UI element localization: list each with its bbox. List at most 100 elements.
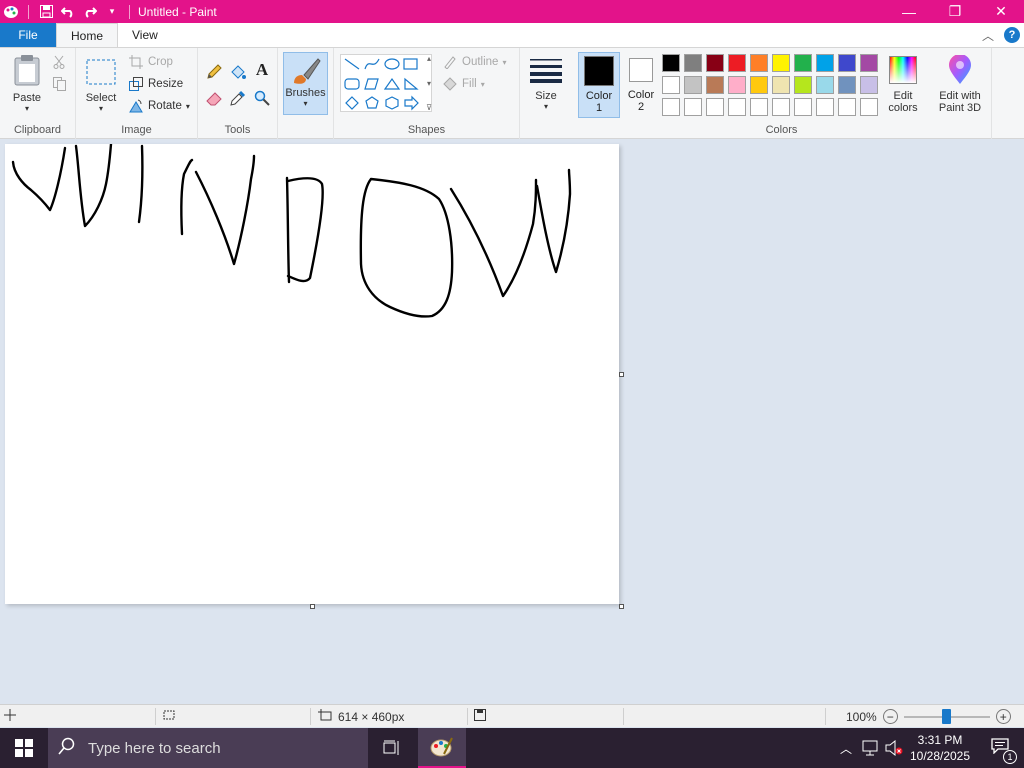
paint-app-icon[interactable] — [0, 0, 22, 23]
color-swatch[interactable] — [772, 98, 790, 116]
color-swatch[interactable] — [684, 98, 702, 116]
action-center-button[interactable]: 1 — [976, 728, 1024, 768]
clock[interactable]: 3:31 PM 10/28/2025 — [906, 728, 974, 768]
color-swatch[interactable] — [838, 54, 856, 72]
stroke-d2 — [286, 177, 324, 283]
color-swatch[interactable] — [794, 76, 812, 94]
redo-icon[interactable] — [79, 0, 101, 23]
notification-badge: 1 — [1003, 749, 1017, 764]
color-swatch[interactable] — [860, 54, 878, 72]
taskbar-search-box[interactable]: Type here to search — [48, 728, 368, 768]
outline-button[interactable]: Outline ▾ — [442, 52, 506, 72]
collapse-ribbon-icon[interactable]: ︿ — [982, 27, 994, 44]
resize-label: Resize — [148, 78, 184, 90]
magnifier-icon[interactable] — [254, 90, 270, 106]
fill-bucket-icon[interactable] — [230, 64, 246, 80]
drawing-canvas[interactable] — [5, 142, 619, 604]
clock-date: 10/28/2025 — [909, 749, 971, 763]
shapes-gallery[interactable] — [340, 54, 432, 112]
select-button[interactable]: Select ▾ — [84, 56, 118, 113]
paste-button[interactable]: Paste ▾ — [8, 54, 46, 113]
zoom-in-button[interactable]: + — [995, 709, 1011, 724]
zoom-slider[interactable] — [903, 709, 990, 724]
text-icon[interactable]: A — [254, 60, 270, 79]
color-swatch[interactable] — [772, 76, 790, 94]
stroke-w1 — [11, 146, 67, 212]
color-swatch[interactable] — [816, 54, 834, 72]
cut-icon[interactable] — [51, 54, 67, 70]
color-swatch[interactable] — [684, 54, 702, 72]
minimize-button[interactable]: — — [886, 0, 932, 23]
pencil-icon[interactable] — [206, 64, 222, 80]
close-button[interactable]: ✕ — [978, 0, 1024, 23]
color-swatch[interactable] — [838, 98, 856, 116]
color-swatch[interactable] — [794, 98, 812, 116]
resize-handle-corner[interactable] — [619, 604, 624, 609]
copy-icon[interactable] — [51, 76, 67, 92]
color-swatch[interactable] — [838, 76, 856, 94]
color-swatch[interactable] — [728, 98, 746, 116]
color-swatch[interactable] — [662, 98, 680, 116]
color-swatch[interactable] — [860, 76, 878, 94]
paint-palette-icon — [430, 737, 453, 757]
file-size-icon — [474, 709, 486, 724]
fill-button[interactable]: Fill ▾ — [442, 74, 485, 94]
clipboard-group-label: Clipboard — [13, 124, 62, 136]
color-picker-icon[interactable] — [230, 90, 246, 106]
color-swatch[interactable] — [860, 98, 878, 116]
color-swatch[interactable] — [750, 98, 768, 116]
canvas-drawing-window — [11, 142, 572, 318]
color-swatch[interactable] — [706, 76, 724, 94]
color-swatch[interactable] — [728, 54, 746, 72]
size-button[interactable]: Size ▾ — [528, 54, 564, 111]
shapes-scroll-control[interactable]: ▴ ▾ ⊽ — [424, 54, 434, 112]
stroke-n2 — [194, 154, 256, 266]
customize-quick-access-icon[interactable]: ▾ — [101, 0, 123, 23]
eraser-icon[interactable] — [206, 90, 222, 106]
show-hidden-icons-button[interactable]: ︿ — [834, 728, 858, 768]
help-icon[interactable]: ? — [1004, 27, 1020, 43]
crop-icon — [128, 54, 144, 70]
edit-colors-button[interactable]: Edit colors — [882, 54, 924, 114]
rotate-button[interactable]: Rotate ▾ — [128, 96, 190, 116]
color-swatch[interactable] — [684, 76, 702, 94]
color-swatch[interactable] — [772, 54, 790, 72]
chevron-down-icon: ▾ — [543, 102, 548, 111]
color-swatch[interactable] — [662, 76, 680, 94]
color-swatch[interactable] — [662, 54, 680, 72]
zoom-out-button[interactable]: − — [882, 709, 898, 724]
select-label: Select — [85, 92, 117, 104]
stroke-n1 — [180, 158, 194, 236]
edit-colors-label-1: Edit — [893, 90, 913, 102]
resize-handle-bottom[interactable] — [310, 604, 315, 609]
start-button[interactable] — [0, 728, 48, 768]
maximize-button[interactable]: ❐ — [932, 0, 978, 23]
tab-home[interactable]: Home — [56, 23, 119, 47]
volume-muted-icon[interactable] — [882, 728, 906, 768]
tab-file[interactable]: File — [0, 23, 56, 47]
chevron-down-icon: ▾ — [24, 104, 29, 113]
windows-logo-icon — [15, 739, 33, 757]
color-swatch[interactable] — [816, 76, 834, 94]
resize-handle-right[interactable] — [619, 372, 624, 377]
color-swatch[interactable] — [728, 76, 746, 94]
undo-icon[interactable] — [57, 0, 79, 23]
color-swatch[interactable] — [750, 54, 768, 72]
color-swatch[interactable] — [706, 54, 724, 72]
network-icon[interactable] — [858, 728, 882, 768]
color-swatch[interactable] — [750, 76, 768, 94]
tab-view[interactable]: View — [118, 23, 172, 47]
resize-button[interactable]: Resize — [128, 74, 183, 94]
color-swatch[interactable] — [794, 54, 812, 72]
crop-button[interactable]: Crop — [128, 52, 173, 72]
file-size-section — [474, 705, 486, 728]
color-swatch[interactable] — [816, 98, 834, 116]
brushes-button[interactable]: Brushes ▾ — [283, 52, 328, 115]
save-icon[interactable] — [35, 0, 57, 23]
edit-with-paint3d-button[interactable]: Edit with Paint 3D — [932, 54, 988, 114]
task-view-button[interactable] — [368, 728, 416, 768]
color-swatch[interactable] — [706, 98, 724, 116]
paint3d-label-2: Paint 3D — [938, 102, 982, 114]
taskbar-paint-app[interactable] — [418, 728, 466, 768]
zoom-slider-thumb[interactable] — [942, 709, 952, 724]
